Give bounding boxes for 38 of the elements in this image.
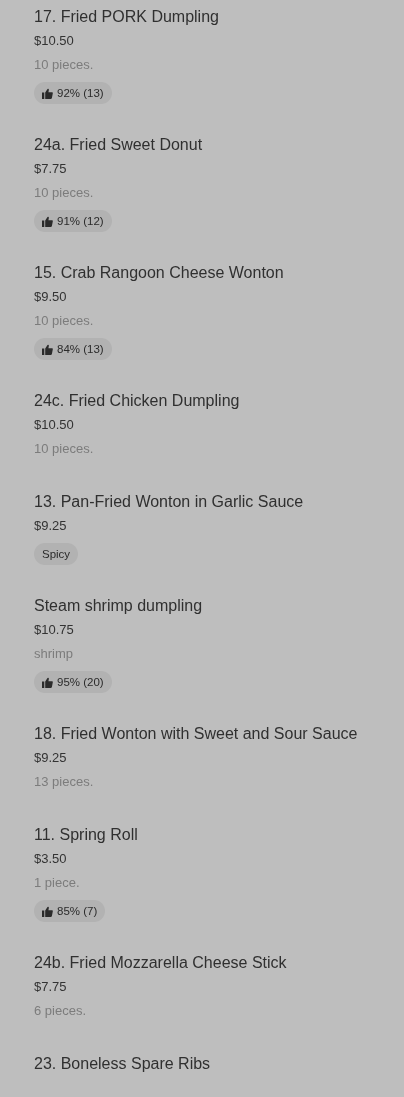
rating-badge: 95% (20) bbox=[34, 671, 112, 693]
item-name[interactable]: 13. Pan-Fried Wonton in Garlic Sauce bbox=[34, 491, 304, 513]
item-name[interactable]: 24b. Fried Mozzarella Cheese Stick bbox=[34, 952, 287, 974]
item-description: 13 pieces. bbox=[34, 773, 94, 791]
item-name[interactable]: 23. Boneless Spare Ribs bbox=[34, 1053, 211, 1075]
item-name[interactable]: Steam shrimp dumpling bbox=[34, 595, 203, 617]
item-price: $9.50 bbox=[34, 288, 67, 306]
item-price: $7.75 bbox=[34, 160, 67, 178]
item-description: 10 pieces. bbox=[34, 312, 94, 330]
item-price: $10.50 bbox=[34, 416, 74, 434]
item-price: $7.75 bbox=[34, 978, 67, 996]
item-price: $10.75 bbox=[34, 621, 74, 639]
item-name[interactable]: 15. Crab Rangoon Cheese Wonton bbox=[34, 262, 284, 284]
item-name[interactable]: 24c. Fried Chicken Dumpling bbox=[34, 390, 240, 412]
item-description: 6 pieces. bbox=[34, 1002, 87, 1020]
item-description: shrimp bbox=[34, 645, 73, 663]
item-description: 10 pieces. bbox=[34, 440, 94, 458]
item-price: $9.25 bbox=[34, 517, 67, 535]
thumbs-up-icon bbox=[42, 905, 53, 917]
item-name[interactable]: 17. Fried PORK Dumpling bbox=[34, 6, 219, 28]
thumbs-up-icon bbox=[42, 87, 53, 99]
item-price: $3.50 bbox=[34, 850, 67, 868]
item-name[interactable]: 18. Fried Wonton with Sweet and Sour Sauce bbox=[34, 723, 358, 745]
rating-badge: 84% (13) bbox=[34, 338, 112, 360]
thumbs-up-icon bbox=[42, 215, 53, 227]
item-description: 10 pieces. bbox=[34, 184, 94, 202]
rating-badge: 92% (13) bbox=[34, 82, 112, 104]
item-name[interactable]: 11. Spring Roll bbox=[34, 824, 138, 846]
item-description: 10 pieces. bbox=[34, 56, 94, 74]
rating-badge: 91% (12) bbox=[34, 210, 112, 232]
thumbs-up-icon bbox=[42, 343, 53, 355]
rating-badge: 85% (7) bbox=[34, 900, 106, 922]
item-description: 1 piece. bbox=[34, 874, 80, 892]
item-price: $10.50 bbox=[34, 32, 74, 50]
item-name[interactable]: 24a. Fried Sweet Donut bbox=[34, 134, 203, 156]
thumbs-up-icon bbox=[42, 676, 53, 688]
item-price: $9.25 bbox=[34, 749, 67, 767]
tag-badge: Spicy bbox=[34, 543, 79, 565]
